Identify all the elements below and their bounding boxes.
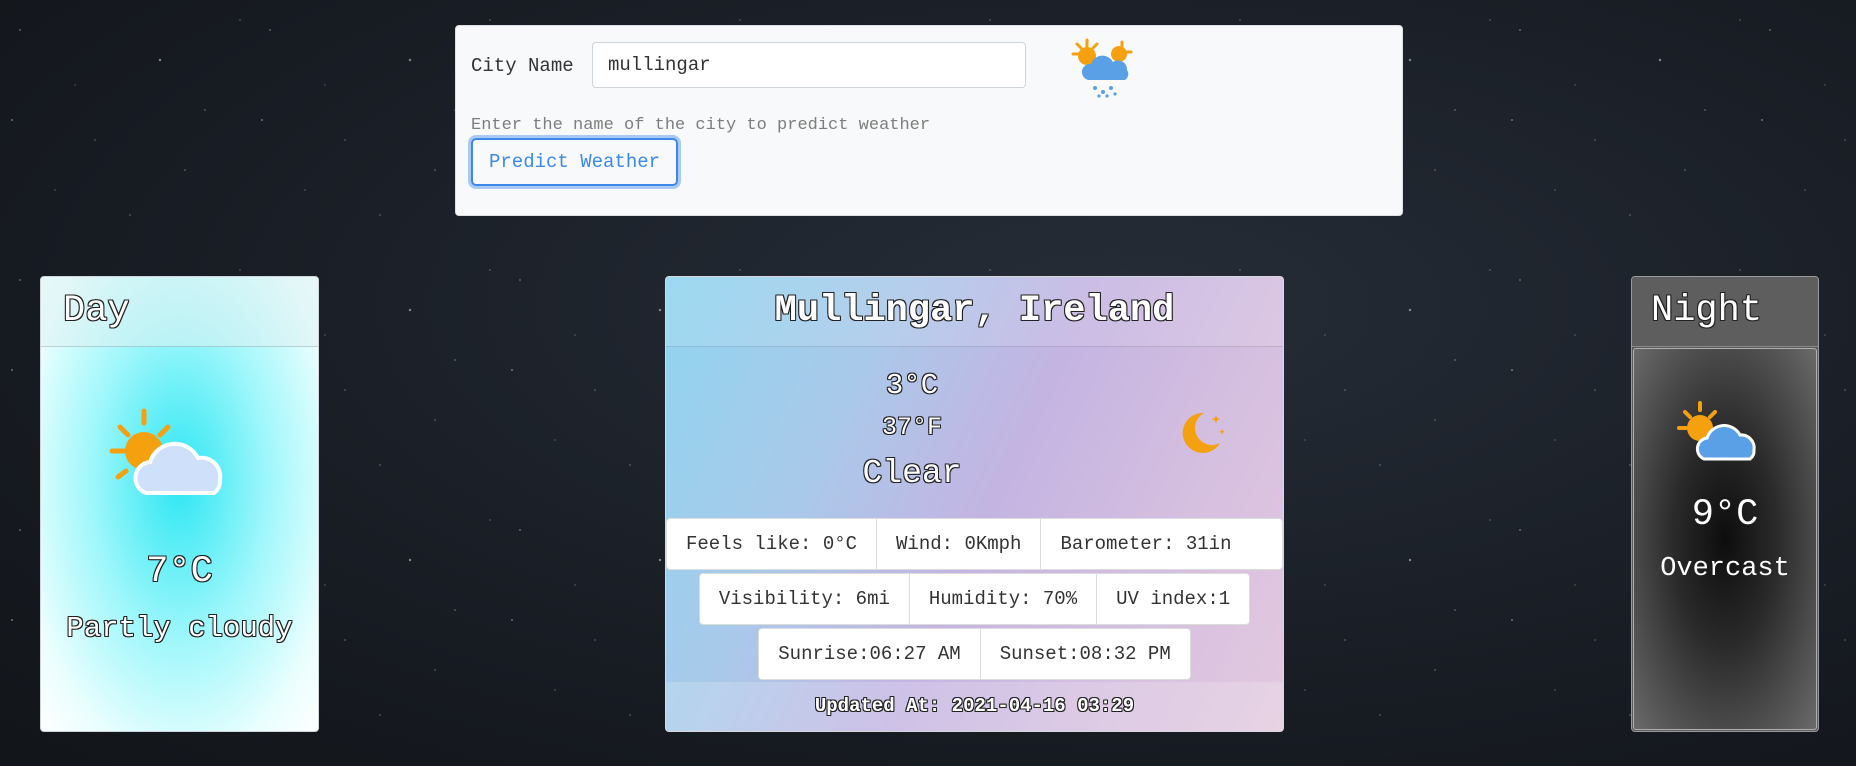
predict-weather-button[interactable]: Predict Weather xyxy=(471,138,679,186)
day-condition: Partly cloudy xyxy=(66,612,293,645)
sunset-stat: Sunset:08:32 PM xyxy=(999,643,1171,665)
stats-row-3: Sunrise:06:27 AM Sunset:08:32 PM xyxy=(666,628,1283,680)
partly-cloudy-icon xyxy=(1677,401,1756,461)
day-card: Day 7°C Partly cloudy xyxy=(40,276,319,732)
day-temperature: 7°C xyxy=(146,551,213,593)
night-card: Night 9°C Overcast xyxy=(1631,276,1819,732)
current-weather-card: Mullingar, Ireland 3°C 37°F Clear Feels … xyxy=(665,276,1284,732)
stats-group-3: Sunrise:06:27 AM Sunset:08:32 PM xyxy=(758,628,1191,680)
night-condition: Overcast xyxy=(1660,554,1790,584)
current-condition: Clear xyxy=(862,455,962,492)
stats-row-2: Visibility: 6mi Humidity: 70% UV index:1 xyxy=(666,573,1283,625)
search-panel: City Name Enter the name of the city to … xyxy=(455,25,1403,216)
night-body: 9°C Overcast xyxy=(1633,348,1817,730)
moon-icon xyxy=(1182,412,1225,453)
night-temperature: 9°C xyxy=(1691,494,1759,536)
temperature-celsius: 3°C xyxy=(885,369,939,402)
temperature-fahrenheit: 37°F xyxy=(881,413,942,442)
feels-like-stat: Feels like: 0°C xyxy=(667,519,878,569)
city-name-label: City Name xyxy=(471,55,574,77)
wind-stat: Wind: 0Kmph xyxy=(877,519,1042,569)
city-name-input[interactable] xyxy=(592,42,1026,88)
stats-row-1: Feels like: 0°C Wind: 0Kmph Barometer: 3… xyxy=(666,518,1283,570)
uv-index-stat: UV index:1 xyxy=(1116,588,1231,610)
location-title: Mullingar, Ireland xyxy=(666,277,1283,347)
partly-cloudy-icon xyxy=(109,408,223,495)
stats-group-2: Visibility: 6mi Humidity: 70% UV index:1 xyxy=(698,573,1251,625)
night-title: Night xyxy=(1632,277,1818,347)
humidity-stat: Humidity: 70% xyxy=(910,574,1098,624)
updated-at: Updated At: 2021-04-16 03:29 xyxy=(666,682,1283,731)
stats-group-1: Feels like: 0°C Wind: 0Kmph Barometer: 3… xyxy=(666,518,1283,570)
barometer-stat: Barometer: 31in xyxy=(1060,533,1232,555)
sun-cloud-snow-icon xyxy=(1071,38,1133,98)
help-text: Enter the name of the city to predict we… xyxy=(471,116,931,135)
day-title: Day xyxy=(41,277,318,347)
visibility-stat: Visibility: 6mi xyxy=(700,574,910,624)
sunrise-stat: Sunrise:06:27 AM xyxy=(759,629,981,679)
